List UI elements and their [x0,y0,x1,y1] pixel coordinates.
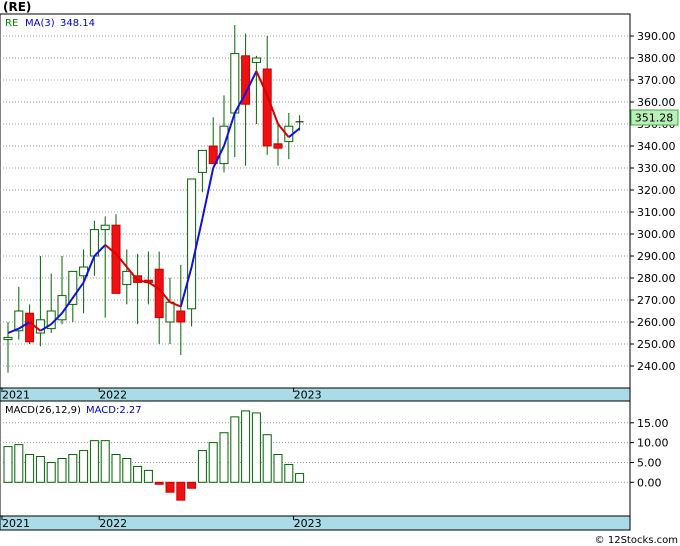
candle-body [176,310,186,323]
price-tick-label: 300.00 [637,228,676,241]
price-tick-label: 380.00 [637,52,676,65]
macd-x-label: 2021 [2,517,30,530]
macd-bar [262,434,272,483]
macd-bar [143,469,153,483]
price-tick-label: 360.00 [637,96,676,109]
macd-bar [251,412,261,483]
price-tick-label: 320.00 [637,184,676,197]
legend-symbol: RE [5,18,18,29]
price-tick-label: 260.00 [637,316,676,329]
candle-body [251,57,261,63]
macd-bar [79,450,89,483]
price-y-ticks: 240.00 250.00 260.00 270.00 280.00 290.00 300.… [630,30,676,373]
macd-x-label: 2022 [99,517,127,530]
candle-body [197,149,207,173]
macd-bar [57,458,67,483]
price-tick-label: 240.00 [637,360,676,373]
macd-bar [284,463,294,483]
legend-ma-value: 348.14 [60,18,95,29]
candle-body [35,319,45,334]
macd-tick-label: 10.00 [637,437,669,450]
macd-bar [46,461,56,483]
macd-bar [3,446,13,483]
macd-bar [230,416,240,483]
macd-bar [295,473,305,483]
macd-bar [176,481,186,501]
price-panel: 240.00 250.00 260.00 270.00 280.00 290.00 300.… [0,13,679,402]
candle-body [187,178,197,310]
macd-bar [68,454,78,483]
candle-body [25,312,35,343]
price-tick-label: 270.00 [637,294,676,307]
price-tick-label: 370.00 [637,74,676,87]
price-tick-label: 250.00 [637,338,676,351]
macd-bar [89,440,99,483]
macd-panel: 0.00 5.00 10.00 15.00 MACD(26,12,9) MACD:2.… [0,400,669,531]
macd-tick-label: 0.00 [637,476,662,489]
last-price-label: 351.28 [635,112,674,125]
macd-bar [14,444,24,483]
price-plot-frame [0,13,631,389]
macd-bar [187,481,197,489]
stock-chart: 240.00 250.00 260.00 270.00 280.00 290.00 300.… [0,13,679,531]
macd-bar [165,481,175,493]
legend-ma-label: MA(3) [25,18,55,29]
macd-bar [111,454,121,483]
price-x-label: 2023 [294,389,322,402]
macd-bar [35,456,45,483]
macd-tick-label: 15.00 [637,417,669,430]
candle-body [165,301,175,323]
candle-body [111,224,121,294]
macd-bar [122,458,132,483]
price-x-label: 2021 [2,389,30,402]
macd-bar [241,410,251,483]
price-tick-label: 310.00 [637,206,676,219]
macd-x-label: 2023 [294,517,322,530]
candle-body [273,143,283,149]
price-tick-label: 330.00 [637,162,676,175]
macd-bar [273,454,283,483]
macd-legend: MACD(26,12,9) MACD:2.27 [5,405,142,416]
macd-bar [197,450,207,483]
macd-bar [100,440,110,483]
candle-body [230,53,240,114]
macd-tick-label: 5.00 [637,456,662,469]
macd-bar [133,465,143,483]
candle-body [100,224,110,231]
macd-legend-label: MACD(26,12,9) [5,405,81,416]
macd-bar [208,442,218,483]
macd-y-ticks: 0.00 5.00 10.00 15.00 [630,417,669,489]
candle-body [262,68,272,147]
macd-bar [219,432,229,483]
price-tick-label: 340.00 [637,140,676,153]
price-tick-label: 290.00 [637,250,676,263]
site-credit: © 12Stocks.com [594,535,678,546]
price-x-label: 2022 [99,389,127,402]
macd-bar [25,454,35,483]
price-tick-label: 280.00 [637,272,676,285]
macd-legend-value: MACD:2.27 [86,405,142,416]
macd-bar [154,481,164,485]
candle-body [3,336,13,341]
price-tick-label: 390.00 [637,30,676,43]
candle-body [122,270,132,286]
